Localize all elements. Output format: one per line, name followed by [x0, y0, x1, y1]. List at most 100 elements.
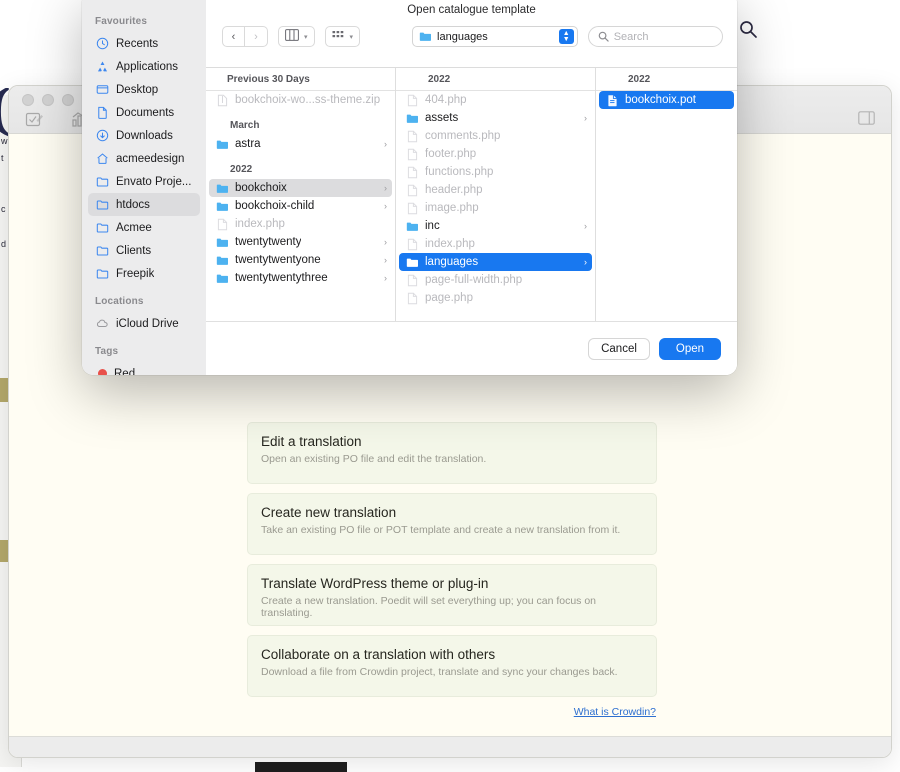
list-item[interactable]: languages › [399, 253, 592, 271]
list-item[interactable]: comments.php [399, 127, 592, 145]
sidebar-item-label: Red [114, 367, 136, 376]
sidebar-item-clients[interactable]: Clients [88, 239, 200, 262]
dialog-footer: Cancel Open [206, 321, 737, 375]
dialog-main: Open catalogue template ‹ › ▾ ▾ language… [206, 0, 737, 375]
search-input[interactable]: Search [587, 26, 723, 47]
list-item[interactable]: page.php [399, 289, 592, 307]
list-item[interactable]: astra › [209, 135, 392, 153]
list-item[interactable]: page-full-width.php [399, 271, 592, 289]
sidebar-item-label: Desktop [116, 83, 159, 96]
file-name: 404.php [425, 94, 467, 106]
sidebar-section-header-favourites: Favourites [95, 16, 148, 27]
file-name: page-full-width.php [425, 274, 523, 286]
folder-icon [406, 112, 419, 125]
folder-icon [419, 31, 432, 42]
list-item[interactable]: 404.php [399, 91, 592, 109]
php-file-icon [406, 292, 419, 305]
php-file-icon [216, 218, 229, 231]
pot-file-icon [606, 94, 619, 107]
open-button[interactable]: Open [659, 337, 721, 360]
php-file-icon [406, 148, 419, 161]
new-translation-icon[interactable] [25, 111, 45, 129]
sidebar-item-applications[interactable]: Applications [88, 55, 200, 78]
path-popup-button[interactable]: languages ▲ ▼ [412, 26, 578, 47]
list-item[interactable]: twentytwentythree › [209, 269, 392, 287]
stepper-updown-icon[interactable]: ▲ ▼ [558, 29, 574, 44]
folder-icon [216, 236, 229, 249]
list-item[interactable]: bookchoix-wo...ss-theme.zip [209, 91, 392, 109]
group-by-button[interactable]: ▾ [324, 26, 361, 47]
sidebar-item-envato-projects[interactable]: Envato Proje... [88, 170, 200, 193]
folder-icon [216, 182, 229, 195]
welcome-card-create-new-translation[interactable]: Create new translation Take an existing … [247, 493, 657, 555]
column-header: Previous 30 Days [206, 68, 395, 91]
file-name: image.php [425, 202, 479, 214]
list-item[interactable]: index.php [399, 235, 592, 253]
zoom-button[interactable] [62, 94, 74, 106]
sidebar-item-freepik[interactable]: Freepik [88, 262, 200, 285]
what-is-crowdin-link[interactable]: What is Crowdin? [247, 706, 657, 718]
file-name: page.php [425, 292, 473, 304]
chevron-right-icon: › [384, 273, 387, 283]
file-name: index.php [425, 238, 475, 250]
view-mode-button[interactable]: ▾ [278, 26, 315, 47]
sidebar-item-downloads[interactable]: Downloads [88, 124, 200, 147]
folder-icon [95, 198, 109, 212]
grid-view-icon [332, 28, 345, 46]
php-file-icon [406, 94, 419, 107]
sidebar-item-acmeedesign[interactable]: acmeedesign [88, 147, 200, 170]
list-item[interactable]: twentytwenty › [209, 233, 392, 251]
list-item[interactable]: bookchoix.pot [599, 91, 734, 109]
applications-icon [95, 60, 109, 74]
file-name: twentytwentythree [235, 272, 328, 284]
list-item[interactable]: header.php [399, 181, 592, 199]
poedit-statusbar [9, 736, 891, 757]
welcome-card-edit-translation[interactable]: Edit a translation Open an existing PO f… [247, 422, 657, 484]
list-item[interactable]: twentytwentyone › [209, 251, 392, 269]
sidebar-item-htdocs[interactable]: htdocs [88, 193, 200, 216]
file-column-3[interactable]: 2022 bookchoix.pot [596, 68, 737, 321]
file-name: bookchoix-child [235, 200, 315, 212]
dialog-toolbar-row: ‹ › ▾ ▾ languages ▲ ▼ Search [222, 26, 723, 47]
list-item[interactable]: assets › [399, 109, 592, 127]
list-item[interactable]: functions.php [399, 163, 592, 181]
list-item[interactable]: footer.php [399, 145, 592, 163]
sidebar-item-desktop[interactable]: Desktop [88, 78, 200, 101]
file-name: functions.php [425, 166, 494, 178]
back-button[interactable]: ‹ [222, 26, 245, 47]
list-item[interactable]: bookchoix › [209, 179, 392, 197]
welcome-card-collaborate[interactable]: Collaborate on a translation with others… [247, 635, 657, 697]
welcome-card-translate-wordpress[interactable]: Translate WordPress theme or plug-in Cre… [247, 564, 657, 626]
search-icon[interactable] [737, 18, 759, 40]
sidebar-item-documents[interactable]: Documents [88, 101, 200, 124]
list-item[interactable]: bookchoix-child › [209, 197, 392, 215]
file-name: astra [235, 138, 261, 150]
file-column-1[interactable]: Previous 30 Days bookchoix-wo...ss-theme… [206, 68, 396, 321]
list-item[interactable]: inc › [399, 217, 592, 235]
sidebar-item-tag-red[interactable]: Red [88, 362, 200, 375]
file-name: twentytwenty [235, 236, 302, 248]
sidebar-item-label: acmeedesign [116, 152, 185, 165]
sidebar-item-label: Clients [116, 244, 152, 257]
navigation-buttons: ‹ › [222, 26, 268, 47]
php-file-icon [406, 166, 419, 179]
sidebar-item-recents[interactable]: Recents [88, 32, 200, 55]
minimize-button[interactable] [42, 94, 54, 106]
document-icon [95, 106, 109, 120]
file-name: header.php [425, 184, 483, 196]
list-item[interactable]: index.php [209, 215, 392, 233]
close-button[interactable] [22, 94, 34, 106]
file-name: comments.php [425, 130, 501, 142]
sidebar-toggle-icon[interactable] [858, 111, 875, 130]
forward-button[interactable]: › [245, 26, 268, 47]
welcome-card-title: Create new translation [261, 505, 397, 520]
search-placeholder: Search [613, 30, 649, 43]
cancel-button[interactable]: Cancel [588, 337, 650, 360]
list-item[interactable]: image.php [399, 199, 592, 217]
group-header: March [230, 119, 260, 131]
sidebar-item-label: Recents [116, 37, 159, 50]
file-column-2[interactable]: 2022 404.php assets › comments.php foote… [396, 68, 596, 321]
sidebar-item-acmee[interactable]: Acmee [88, 216, 200, 239]
file-name: bookchoix-wo...ss-theme.zip [235, 94, 381, 106]
sidebar-item-icloud-drive[interactable]: iCloud Drive [88, 312, 200, 335]
